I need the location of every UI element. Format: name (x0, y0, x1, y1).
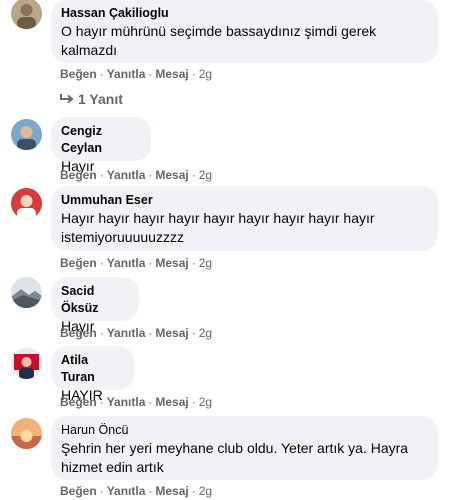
avatar[interactable] (11, 188, 42, 219)
comment-author[interactable]: Ummuhan Eser (61, 192, 427, 209)
comment-author[interactable]: Sacid Öksüz (61, 283, 128, 317)
comment-time[interactable]: 2g (199, 484, 212, 498)
comment-bubble: Hassan Çakilioglu O hayır mührünü seçimd… (51, 0, 438, 63)
comment-time[interactable]: 2g (199, 256, 212, 270)
comment-bubble: Sacid Öksüz Hayır (51, 277, 139, 334)
comment-text: Hayır hayır hayır hayır hayır hayır hayı… (61, 210, 375, 245)
message-link[interactable]: Mesaj (155, 484, 188, 498)
like-link[interactable]: Beğen (60, 395, 97, 409)
comment-actions: Beğen · Yanıtla · Mesaj · 2g (60, 395, 213, 409)
comment-time[interactable]: 2g (199, 395, 212, 409)
message-link[interactable]: Mesaj (155, 326, 188, 340)
comment-actions: Beğen · Yanıtla · Mesaj · 2g (60, 326, 213, 340)
comment-time[interactable]: 2g (199, 326, 212, 340)
like-link[interactable]: Beğen (60, 67, 97, 81)
comment-author[interactable]: Hassan Çakilioglu (61, 5, 427, 22)
comment-actions: Beğen · Yanıtla · Mesaj · 2g (60, 256, 213, 270)
reply-link[interactable]: Yanıtla (107, 326, 146, 340)
avatar[interactable] (11, 277, 42, 308)
comment-actions: Beğen · Yanıtla · Mesaj · 2g (60, 484, 213, 498)
like-link[interactable]: Beğen (60, 256, 97, 270)
like-link[interactable]: Beğen (60, 484, 97, 498)
message-link[interactable]: Mesaj (155, 67, 188, 81)
comment-author[interactable]: Harun Öncü (61, 422, 427, 439)
like-link[interactable]: Beğen (60, 326, 97, 340)
avatar[interactable] (11, 0, 42, 29)
message-link[interactable]: Mesaj (155, 168, 188, 182)
comment-time[interactable]: 2g (199, 67, 212, 81)
comment-bubble: Harun Öncü Şehrin her yeri meyhane club … (51, 416, 438, 480)
replies-count: 1 Yanıt (78, 91, 123, 107)
avatar[interactable] (11, 119, 42, 150)
message-link[interactable]: Mesaj (155, 256, 188, 270)
like-link[interactable]: Beğen (60, 168, 97, 182)
reply-link[interactable]: Yanıtla (107, 395, 146, 409)
comment-bubble: Ummuhan Eser Hayır hayır hayır hayır hay… (51, 186, 438, 251)
reply-link[interactable]: Yanıtla (107, 67, 146, 81)
reply-arrow-icon (60, 94, 74, 104)
message-link[interactable]: Mesaj (155, 395, 188, 409)
reply-link[interactable]: Yanıtla (107, 484, 146, 498)
comment-text: O hayır mührünü seçimde bassaydınız şimd… (61, 23, 377, 58)
reply-link[interactable]: Yanıtla (107, 256, 146, 270)
comment-author[interactable]: Atila Turan (61, 352, 123, 386)
view-replies-link[interactable]: 1 Yanıt (60, 90, 123, 108)
comment-actions: Beğen · Yanıtla · Mesaj · 2g (60, 168, 213, 182)
comment-bubble: Cengiz Ceylan Hayır (51, 117, 151, 174)
comment-author[interactable]: Cengiz Ceylan (61, 123, 140, 157)
comment-text: Şehrin her yeri meyhane club oldu. Yeter… (61, 440, 409, 475)
avatar[interactable] (11, 348, 42, 379)
avatar[interactable] (11, 418, 42, 449)
comment-time[interactable]: 2g (199, 168, 212, 182)
comment-bubble: Atila Turan HAYIR (51, 346, 134, 403)
comment-actions: Beğen · Yanıtla · Mesaj · 2g (60, 67, 213, 81)
reply-link[interactable]: Yanıtla (107, 168, 146, 182)
